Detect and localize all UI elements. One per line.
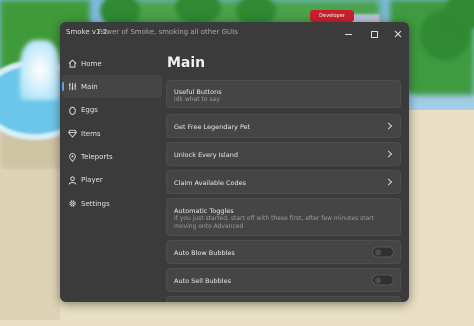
get-free-legendary-pet-button[interactable]: Get Free Legendary Pet — [166, 114, 401, 138]
claim-available-codes-button[interactable]: Claim Available Codes — [166, 170, 401, 194]
chevron-right-icon — [384, 122, 393, 130]
auto-blow-bubbles-toggle[interactable] — [372, 246, 394, 258]
user-icon — [67, 175, 77, 185]
home-icon — [67, 59, 77, 69]
minimize-button[interactable] — [340, 26, 356, 42]
gem-icon — [67, 129, 77, 139]
page-title: Main — [167, 55, 206, 71]
button-label: Unlock Every Island — [174, 151, 238, 159]
sliders-icon — [67, 82, 77, 92]
section-description: If you just started, start off with thes… — [174, 215, 375, 230]
close-icon — [394, 30, 402, 38]
auto-blow-bubbles-row: Auto Blow Bubbles — [166, 240, 401, 264]
auto-sell-bubbles-toggle[interactable] — [372, 274, 394, 286]
map-pin-icon — [67, 152, 77, 162]
minimize-icon — [344, 33, 352, 35]
sidebar-item-label: Main — [81, 82, 98, 91]
maximize-button[interactable] — [366, 26, 382, 42]
button-label: Get Free Legendary Pet — [174, 123, 251, 131]
button-label: Claim Available Codes — [174, 179, 247, 187]
toggle-knob — [375, 277, 381, 283]
toggle-label: Auto Blow Bubbles — [174, 249, 235, 257]
title-bar[interactable]: Smoke v1.2 Power of Smoke, smoking all o… — [60, 22, 409, 45]
sidebar-item-home[interactable]: Home — [62, 52, 162, 75]
developer-sign: Developer — [310, 10, 354, 22]
sidebar-item-eggs[interactable]: Eggs — [62, 99, 162, 122]
sidebar-item-player[interactable]: Player — [62, 169, 162, 192]
sidebar-item-label: Eggs — [81, 106, 98, 115]
auto-sell-bubbles-row: Auto Sell Bubbles — [166, 268, 401, 292]
maximize-icon — [370, 30, 378, 38]
close-button[interactable] — [390, 26, 406, 42]
sidebar-item-label: Player — [81, 176, 103, 185]
next-row-partial — [166, 296, 401, 302]
section-header-automatic-toggles: Automatic Toggles If you just started, s… — [166, 198, 401, 236]
gear-icon — [67, 199, 77, 209]
active-indicator — [62, 82, 64, 92]
sidebar-item-teleports[interactable]: Teleports — [62, 146, 162, 169]
sidebar: Home Main Eggs Items Teleports Player Se… — [62, 52, 162, 216]
chevron-right-icon — [384, 150, 393, 158]
section-title: Useful Buttons — [174, 88, 222, 96]
chevron-right-icon — [384, 178, 393, 186]
toggle-knob — [375, 249, 381, 255]
sidebar-item-label: Settings — [81, 199, 110, 208]
main-panel: Main Useful Buttons idk what to say Get … — [166, 52, 403, 302]
sidebar-item-label: Items — [81, 129, 101, 138]
section-title: Automatic Toggles — [174, 207, 234, 215]
sidebar-item-label: Home — [81, 59, 102, 68]
egg-icon — [67, 105, 77, 115]
section-header-useful-buttons: Useful Buttons idk what to say — [166, 80, 401, 108]
sidebar-item-settings[interactable]: Settings — [62, 192, 162, 215]
section-description: idk what to say — [174, 96, 220, 103]
sidebar-item-main[interactable]: Main — [62, 75, 162, 99]
sidebar-item-label: Teleports — [81, 153, 113, 162]
unlock-every-island-button[interactable]: Unlock Every Island — [166, 142, 401, 166]
sidebar-item-items[interactable]: Items — [62, 122, 162, 145]
toggle-label: Auto Sell Bubbles — [174, 277, 231, 285]
app-subtitle: Power of Smoke, smoking all other GUIs — [98, 28, 238, 36]
script-hub-window: Smoke v1.2 Power of Smoke, smoking all o… — [60, 22, 409, 302]
